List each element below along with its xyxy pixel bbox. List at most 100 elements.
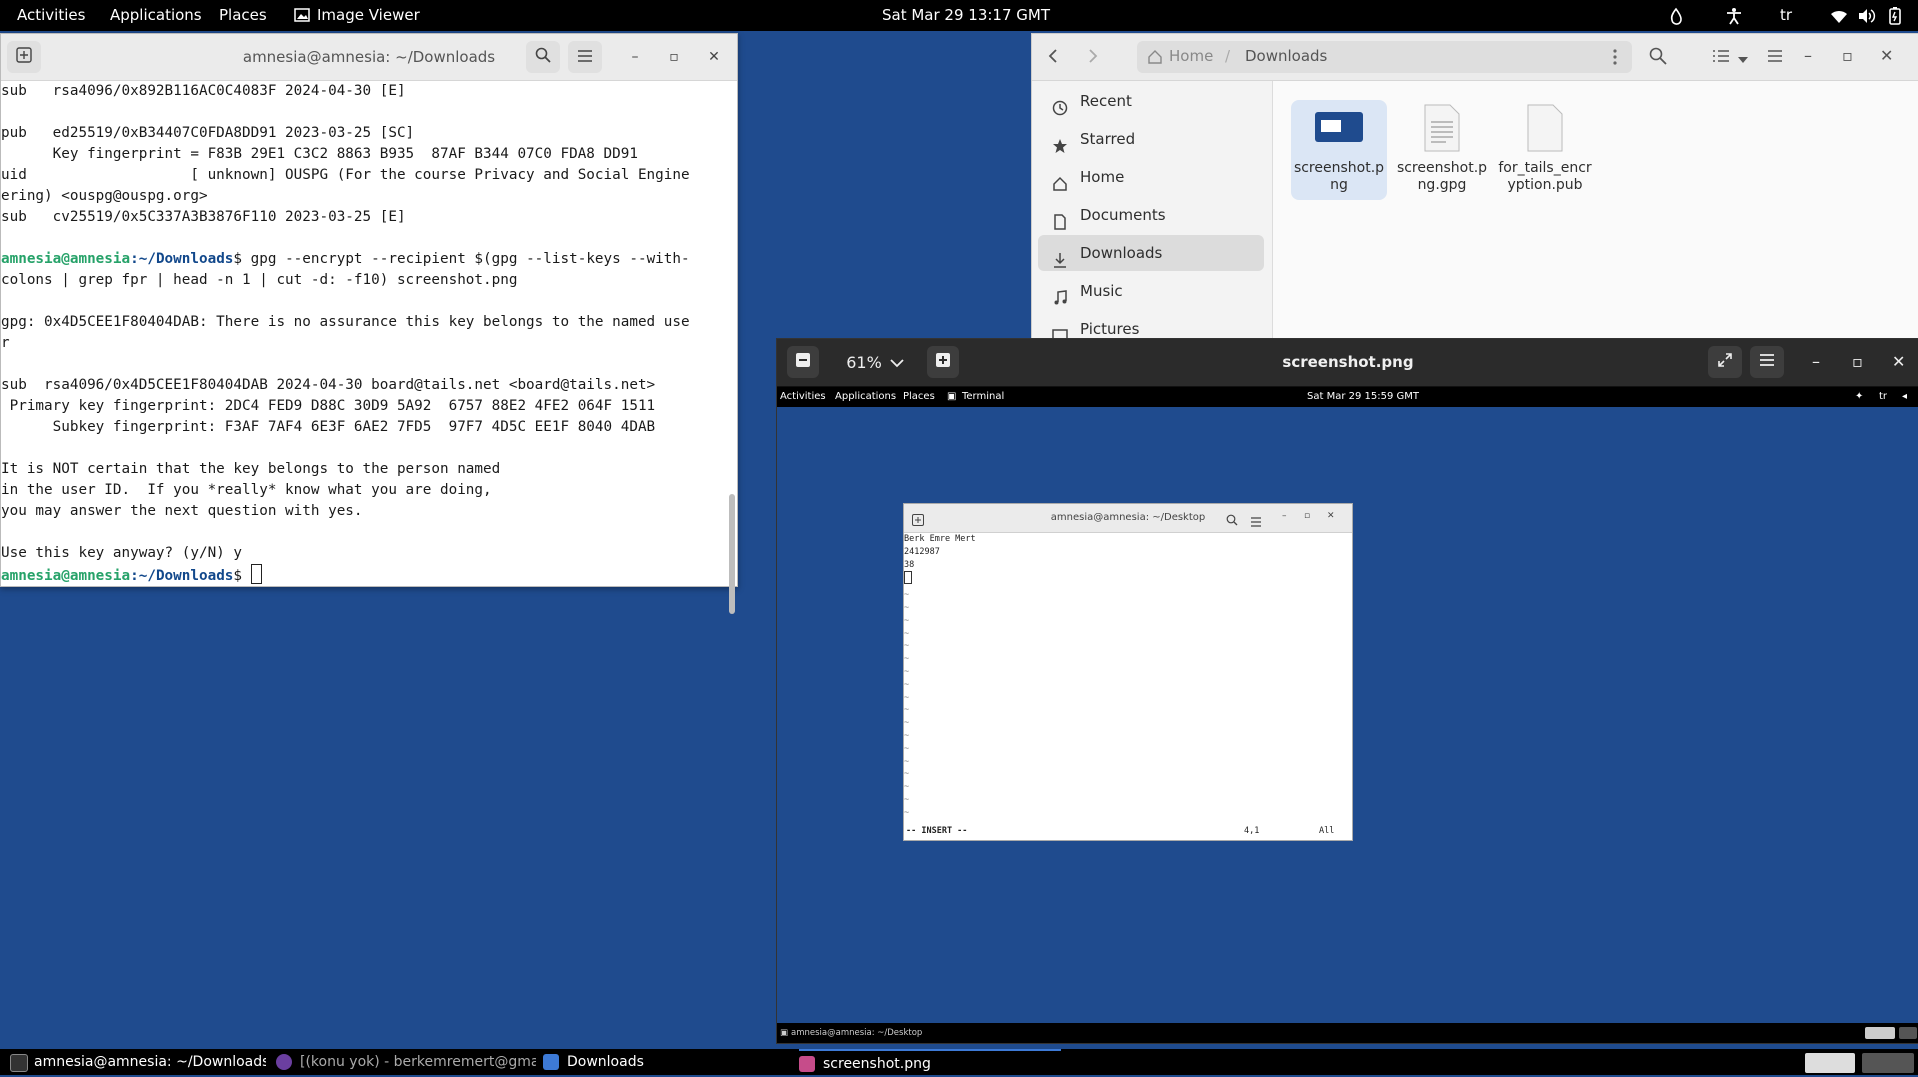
wifi-icon[interactable] xyxy=(1829,6,1849,26)
vim-tilde: ~ xyxy=(904,692,910,703)
image-viewer-app-menu[interactable]: Image Viewer xyxy=(317,0,420,31)
file-name: screenshot.png xyxy=(1293,160,1385,193)
terminal-line: uid [ unknown] OUSPG (For the course Pri… xyxy=(1,167,690,183)
vim-tilde: ~ xyxy=(904,705,910,716)
thunderbird-icon xyxy=(276,1054,292,1070)
star-icon xyxy=(1052,131,1068,153)
file-manager-header: Home / Downloads – ▫ ✕ xyxy=(1032,34,1918,81)
sidebar-item-documents[interactable]: Documents xyxy=(1038,197,1264,233)
music-icon xyxy=(1052,283,1068,305)
path-bar: Home / Downloads xyxy=(1137,41,1632,73)
minimize-button[interactable]: – xyxy=(623,45,647,69)
vim-tilde: ~ xyxy=(904,743,910,754)
clock[interactable]: Sat Mar 29 13:17 GMT xyxy=(882,0,1050,31)
file-item-encryption-pub[interactable]: for_tails_encryption.pub xyxy=(1497,100,1593,200)
terminal-search-button[interactable] xyxy=(526,41,560,73)
file-item-screenshot-png[interactable]: screenshot.png xyxy=(1291,100,1387,200)
task-image-viewer[interactable]: screenshot.png xyxy=(799,1049,1061,1077)
accessibility-icon[interactable] xyxy=(1724,6,1744,26)
places-menu[interactable]: Places xyxy=(219,0,267,31)
viewer-minimize-button[interactable]: – xyxy=(1812,352,1820,371)
file-name: screenshot.png.gpg xyxy=(1396,160,1488,193)
task-files[interactable]: Downloads xyxy=(543,1049,693,1075)
task-mail[interactable]: [(konu yok) - berkemremert@gma... xyxy=(276,1049,536,1075)
minimize-icon: – xyxy=(1804,46,1812,65)
inner-terminal-window: amnesia@amnesia: ~/Desktop – ▫ ✕ Berk Em… xyxy=(903,503,1353,841)
close-icon: ✕ xyxy=(1892,352,1906,371)
sidebar-item-downloads[interactable]: Downloads xyxy=(1038,235,1264,271)
hamburger-icon xyxy=(1759,353,1775,371)
inner-cursor-line xyxy=(904,571,1344,589)
files-close-button[interactable]: ✕ xyxy=(1880,46,1893,65)
path-menu-button[interactable] xyxy=(1612,49,1618,69)
inner-hamburger-icon xyxy=(1250,512,1262,531)
terminal-line: you may answer the next question with ye… xyxy=(1,503,363,519)
sidebar-label: Home xyxy=(1080,168,1125,186)
terminal-line: sub cv25519/0x5C337A3B3876F110 2023-03-2… xyxy=(1,209,406,225)
view-list-button[interactable] xyxy=(1712,48,1730,68)
kebab-icon xyxy=(1612,49,1618,69)
vim-scroll: All xyxy=(1319,826,1335,836)
activities-button[interactable]: Activities xyxy=(17,0,85,31)
inner-terminal-header: amnesia@amnesia: ~/Desktop – ▫ ✕ xyxy=(904,504,1352,533)
task-terminal[interactable]: amnesia@amnesia: ~/Downloads xyxy=(10,1049,266,1075)
volume-icon[interactable] xyxy=(1856,6,1876,26)
keyboard-layout-indicator[interactable]: tr xyxy=(1780,0,1792,31)
workspace-1[interactable] xyxy=(1805,1053,1855,1073)
applications-menu[interactable]: Applications xyxy=(110,0,202,31)
terminal-line: r xyxy=(1,335,10,351)
minimize-icon: – xyxy=(1812,352,1820,371)
chevron-right-icon xyxy=(1086,49,1100,68)
viewer-menu-button[interactable] xyxy=(1750,346,1784,378)
maximize-button[interactable]: ▫ xyxy=(662,45,686,69)
files-menu-button[interactable] xyxy=(1767,48,1783,67)
workspace-2[interactable] xyxy=(1862,1053,1914,1073)
files-search-button[interactable] xyxy=(1649,47,1667,69)
terminal-menu-button[interactable] xyxy=(568,41,602,73)
sidebar-item-music[interactable]: Music xyxy=(1038,273,1264,309)
vim-tilde-lines: ~ ~ ~ ~ ~ ~ ~ ~ ~ ~ ~ ~ ~ ~ ~ ~ ~ ~ xyxy=(904,589,1344,819)
file-item-screenshot-gpg[interactable]: screenshot.png.gpg xyxy=(1394,100,1490,200)
terminal-lines-1: sub rsa4096/0x892B116AC0C4083F 2024-04-3… xyxy=(1,81,723,249)
back-button[interactable] xyxy=(1046,48,1060,68)
files-sidebar: Recent Starred Home Documents Downloads … xyxy=(1032,81,1273,344)
text-cursor xyxy=(250,564,262,584)
terminal-output[interactable]: sub rsa4096/0x892B116AC0C4083F 2024-04-3… xyxy=(1,81,723,586)
breadcrumb-current[interactable]: Downloads xyxy=(1245,47,1327,65)
text-file-icon xyxy=(1424,104,1460,157)
bottom-taskbar: amnesia@amnesia: ~/Downloads [(konu yok)… xyxy=(0,1049,1918,1075)
task-label: screenshot.png xyxy=(823,1056,931,1072)
battery-icon[interactable] xyxy=(1885,6,1905,26)
command-text: $ gpg --encrypt --recipient $(gpg --list… xyxy=(233,251,690,267)
prompt-user-2: amnesia@amnesia xyxy=(1,568,131,584)
inner-status-line: -- INSERT -- 4,1 All xyxy=(904,826,1344,839)
vim-tilde: ~ xyxy=(904,782,910,793)
document-icon xyxy=(1052,207,1068,230)
vim-tilde: ~ xyxy=(904,641,910,652)
image-file-icon xyxy=(1315,112,1363,147)
task-label: Downloads xyxy=(567,1054,644,1070)
search-icon xyxy=(535,47,551,67)
viewer-close-button[interactable]: ✕ xyxy=(1892,352,1905,371)
vim-tilde: ~ xyxy=(904,807,910,818)
command-line: amnesia@amnesia:~/Downloads$ gpg --encry… xyxy=(1,249,723,270)
files-minimize-button[interactable]: – xyxy=(1804,46,1812,65)
terminal-scrollbar[interactable] xyxy=(729,494,735,614)
sidebar-item-home[interactable]: Home xyxy=(1038,159,1264,195)
top-bar: Activities Applications Places Image Vie… xyxy=(0,0,1918,31)
view-options-button[interactable] xyxy=(1737,50,1749,69)
inner-workspace-2 xyxy=(1899,1027,1917,1039)
vim-tilde: ~ xyxy=(904,602,910,613)
forward-button[interactable] xyxy=(1086,48,1100,68)
fullscreen-button[interactable] xyxy=(1708,346,1742,378)
close-button[interactable]: ✕ xyxy=(702,45,726,69)
inner-accessibility-icon: ✦ xyxy=(1855,391,1864,402)
sidebar-item-recent[interactable]: Recent xyxy=(1038,83,1264,119)
breadcrumb-home[interactable]: Home xyxy=(1169,47,1213,65)
vim-tilde: ~ xyxy=(904,654,910,665)
tor-status-icon[interactable] xyxy=(1666,6,1686,26)
files-maximize-button[interactable]: ▫ xyxy=(1842,46,1853,65)
viewer-maximize-button[interactable]: ▫ xyxy=(1852,352,1863,371)
sidebar-item-starred[interactable]: Starred xyxy=(1038,121,1264,157)
image-canvas[interactable]: Activities Applications Places ▣ Termina… xyxy=(777,387,1918,1043)
